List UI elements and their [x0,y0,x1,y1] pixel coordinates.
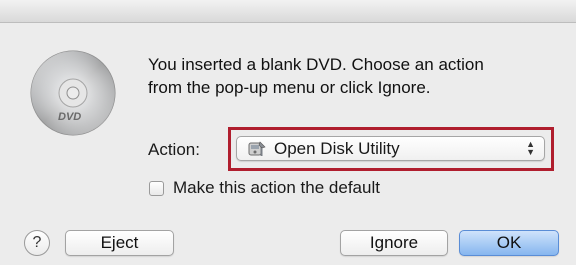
action-popup-menu[interactable]: Open Disk Utility ▲ ▼ [236,136,545,161]
action-label: Action: [148,140,200,159]
eject-button[interactable]: Eject [65,230,174,256]
help-button[interactable]: ? [24,230,50,256]
dvd-disc-icon: DVD [30,50,116,136]
default-action-checkbox-row[interactable]: Make this action the default [149,178,380,198]
ok-button[interactable]: OK [459,230,559,256]
popup-arrows-icon: ▲ ▼ [526,139,535,157]
popup-selected-value: Open Disk Utility [274,138,400,158]
ignore-button[interactable]: Ignore [340,230,448,256]
default-action-checkbox[interactable] [149,180,164,196]
message-line-2: from the pop-up menu or click Ignore. [148,78,431,97]
blank-dvd-dialog: DVD You inserted a blank DVD. Choose an … [0,0,576,265]
disk-utility-icon [248,140,266,156]
dvd-logo-text: DVD [58,111,81,123]
default-action-checkbox-label[interactable]: Make this action the default [173,178,380,198]
title-bar[interactable] [0,0,576,23]
dialog-message: You inserted a blank DVD. Choose an acti… [148,53,558,99]
message-line-1: You inserted a blank DVD. Choose an acti… [148,55,484,74]
